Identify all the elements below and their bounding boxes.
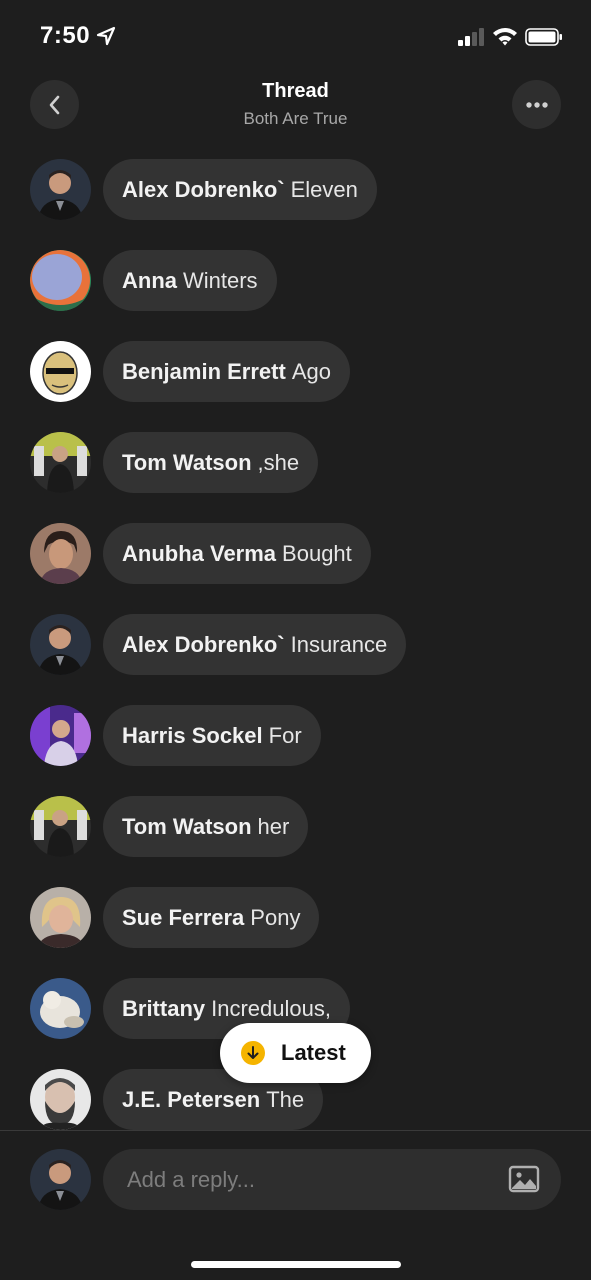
author-name[interactable]: Benjamin Errett bbox=[122, 359, 286, 385]
message-bubble[interactable]: Anubha Verma Bought bbox=[103, 523, 371, 584]
message-bubble[interactable]: Harris Sockel For bbox=[103, 705, 321, 766]
author-name[interactable]: Sue Ferrera bbox=[122, 905, 244, 931]
avatar bbox=[30, 1149, 91, 1210]
message-text: The bbox=[266, 1086, 305, 1112]
avatar[interactable] bbox=[30, 978, 91, 1039]
message-text: For bbox=[268, 722, 302, 748]
author-name[interactable]: Alex Dobrenko` bbox=[122, 177, 285, 203]
message-text: ,she bbox=[257, 449, 300, 475]
message-text: Winters bbox=[183, 267, 258, 293]
arrow-down-icon bbox=[241, 1041, 265, 1065]
message-bubble[interactable]: Alex Dobrenko` Eleven bbox=[103, 159, 377, 220]
avatar[interactable] bbox=[30, 341, 91, 402]
message-bubble[interactable]: Tom Watson ,she bbox=[103, 432, 319, 493]
avatar[interactable] bbox=[30, 614, 91, 675]
avatar[interactable] bbox=[30, 432, 91, 493]
message-bubble[interactable]: Sue Ferrera Pony bbox=[103, 887, 320, 948]
message-text: Incredulous, bbox=[211, 995, 331, 1021]
latest-label: Latest bbox=[281, 1040, 346, 1065]
message-bubble[interactable]: Alex Dobrenko` Insurance bbox=[103, 614, 407, 675]
divider bbox=[0, 1130, 591, 1131]
jump-to-latest-button[interactable]: Latest bbox=[220, 1023, 371, 1083]
avatar[interactable] bbox=[30, 159, 91, 220]
author-name[interactable]: Tom Watson bbox=[122, 450, 252, 476]
message-bubble[interactable]: Benjamin Errett Ago bbox=[103, 341, 350, 402]
message-text: Insurance bbox=[290, 631, 388, 657]
avatar[interactable] bbox=[30, 705, 91, 766]
message-bubble[interactable]: Anna Winters bbox=[103, 250, 277, 311]
avatar[interactable] bbox=[30, 1069, 91, 1130]
message-text: Eleven bbox=[290, 176, 358, 202]
author-name[interactable]: Tom Watson bbox=[122, 814, 252, 840]
avatar[interactable] bbox=[30, 250, 91, 311]
avatar[interactable] bbox=[30, 523, 91, 584]
reply-input[interactable] bbox=[103, 1149, 561, 1210]
author-name[interactable]: Brittany bbox=[122, 996, 205, 1022]
author-name[interactable]: Alex Dobrenko` bbox=[122, 632, 285, 658]
message-text: her bbox=[257, 813, 290, 839]
avatar[interactable] bbox=[30, 796, 91, 857]
image-upload-icon[interactable] bbox=[508, 1165, 540, 1193]
message-list[interactable]: Alex Dobrenko` Eleven Anna Winters Benja… bbox=[0, 0, 591, 1130]
message-bubble[interactable]: Tom Watson her bbox=[103, 796, 309, 857]
message-text: Pony bbox=[250, 904, 301, 930]
author-name[interactable]: Anubha Verma bbox=[122, 541, 276, 567]
home-indicator[interactable] bbox=[191, 1261, 401, 1268]
author-name[interactable]: Harris Sockel bbox=[122, 723, 263, 749]
message-text: Ago bbox=[291, 358, 331, 384]
author-name[interactable]: Anna bbox=[122, 268, 177, 294]
message-text: Bought bbox=[282, 540, 352, 566]
author-name[interactable]: J.E. Petersen bbox=[122, 1087, 260, 1113]
avatar[interactable] bbox=[30, 887, 91, 948]
